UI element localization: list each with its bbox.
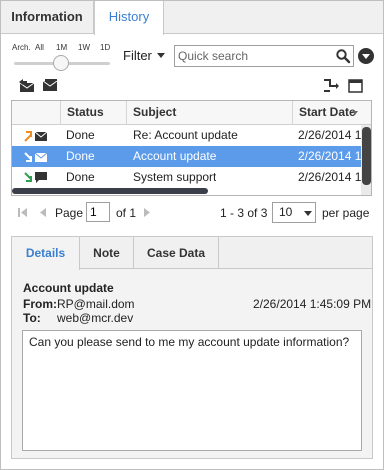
- more-actions-icon[interactable]: [358, 48, 374, 64]
- row-start-date: 2/26/2014 1: [298, 128, 361, 142]
- slider-label-1m: 1M: [56, 43, 68, 52]
- previous-page-icon[interactable]: [39, 208, 46, 217]
- filter-caret-icon[interactable]: [157, 53, 165, 58]
- column-status[interactable]: Status: [60, 101, 126, 125]
- outbound-email-icon: [24, 131, 48, 142]
- forward-email-icon[interactable]: [41, 77, 59, 93]
- detail-tab-bar: Details Note Case Data: [12, 237, 372, 270]
- slider-label-1w: 1W: [78, 43, 90, 52]
- horizontal-scroll-thumb[interactable]: [12, 188, 208, 194]
- message-subject: Account update: [23, 281, 114, 295]
- slider-label-arch: Arch.: [12, 43, 31, 52]
- popout-window-icon[interactable]: [347, 78, 365, 94]
- to-address: web@mcr.dev: [57, 311, 134, 325]
- time-range-slider-thumb[interactable]: [53, 55, 69, 71]
- record-range: 1 - 3 of 3: [220, 206, 268, 220]
- tab-note[interactable]: Note: [80, 237, 134, 269]
- table-row-selected[interactable]: Done Account update 2/26/2014 1: [12, 146, 361, 167]
- table-row[interactable]: Done Re: Account update 2/26/2014 1: [12, 125, 361, 146]
- row-subject: Account update: [133, 149, 217, 163]
- detail-pane: Details Note Case Data Account update Fr…: [11, 236, 373, 459]
- to-label: To:: [23, 311, 41, 325]
- page-size-value: 10: [279, 205, 293, 219]
- next-page-icon[interactable]: [144, 208, 151, 217]
- tab-history[interactable]: History: [94, 1, 164, 35]
- history-grid: Status Subject Start Date Done Re: Accou…: [11, 100, 372, 196]
- from-label: From:: [23, 297, 57, 311]
- sort-descending-icon[interactable]: [352, 111, 358, 115]
- row-subject: Re: Account update: [133, 128, 238, 142]
- row-status: Done: [66, 128, 95, 142]
- row-subject: System support: [133, 170, 217, 184]
- message-date: 2/26/2014 1:45:09 PM: [253, 297, 372, 311]
- row-status: Done: [66, 170, 95, 184]
- tab-details[interactable]: Details: [12, 237, 80, 270]
- inbound-email-icon: [24, 152, 48, 162]
- top-tab-bar: Information History: [1, 1, 383, 35]
- page-size-caret-icon[interactable]: [304, 211, 312, 216]
- page-label: Page: [55, 206, 84, 220]
- tab-case-data[interactable]: Case Data: [134, 237, 219, 269]
- page-count-label: of 1: [116, 206, 137, 220]
- page-size-select[interactable]: 10: [272, 202, 316, 223]
- slider-label-all: All: [35, 43, 44, 52]
- reply-email-icon[interactable]: [18, 78, 36, 94]
- slider-label-1d: 1D: [100, 43, 111, 52]
- page-number-input[interactable]: [86, 202, 110, 222]
- tab-information[interactable]: Information: [1, 1, 94, 34]
- filter-button[interactable]: Filter: [123, 47, 152, 65]
- time-range-labels: Arch. All 1M 1W 1D: [12, 43, 112, 55]
- row-start-date: 2/26/2014 1: [298, 170, 361, 184]
- row-start-date: 2/26/2014 1: [298, 149, 361, 163]
- grid-header: Status Subject Start Date: [12, 101, 371, 125]
- inbound-chat-icon: [24, 172, 47, 183]
- message-body[interactable]: Can you please send to me my account upd…: [22, 330, 362, 451]
- thread-view-icon[interactable]: [322, 78, 340, 94]
- grid-horizontal-scrollbar[interactable]: [12, 186, 361, 195]
- search-icon[interactable]: [335, 48, 351, 64]
- first-page-icon[interactable]: [18, 208, 28, 217]
- per-page-label: per page: [322, 206, 370, 220]
- quick-search-box[interactable]: [174, 45, 354, 67]
- column-subject[interactable]: Subject: [126, 101, 292, 125]
- grid-vertical-scrollbar[interactable]: [361, 125, 371, 195]
- quick-search-input[interactable]: [178, 48, 328, 64]
- vertical-scroll-thumb[interactable]: [362, 127, 371, 185]
- table-row[interactable]: Done System support 2/26/2014 1: [12, 167, 361, 188]
- pager: Page of 1 1 - 3 of 3 10 per page: [0, 202, 384, 224]
- detail-body: Account update From: RP@mail.dom 2/26/20…: [12, 269, 372, 458]
- row-status: Done: [66, 149, 95, 163]
- from-address: RP@mail.dom: [57, 297, 135, 311]
